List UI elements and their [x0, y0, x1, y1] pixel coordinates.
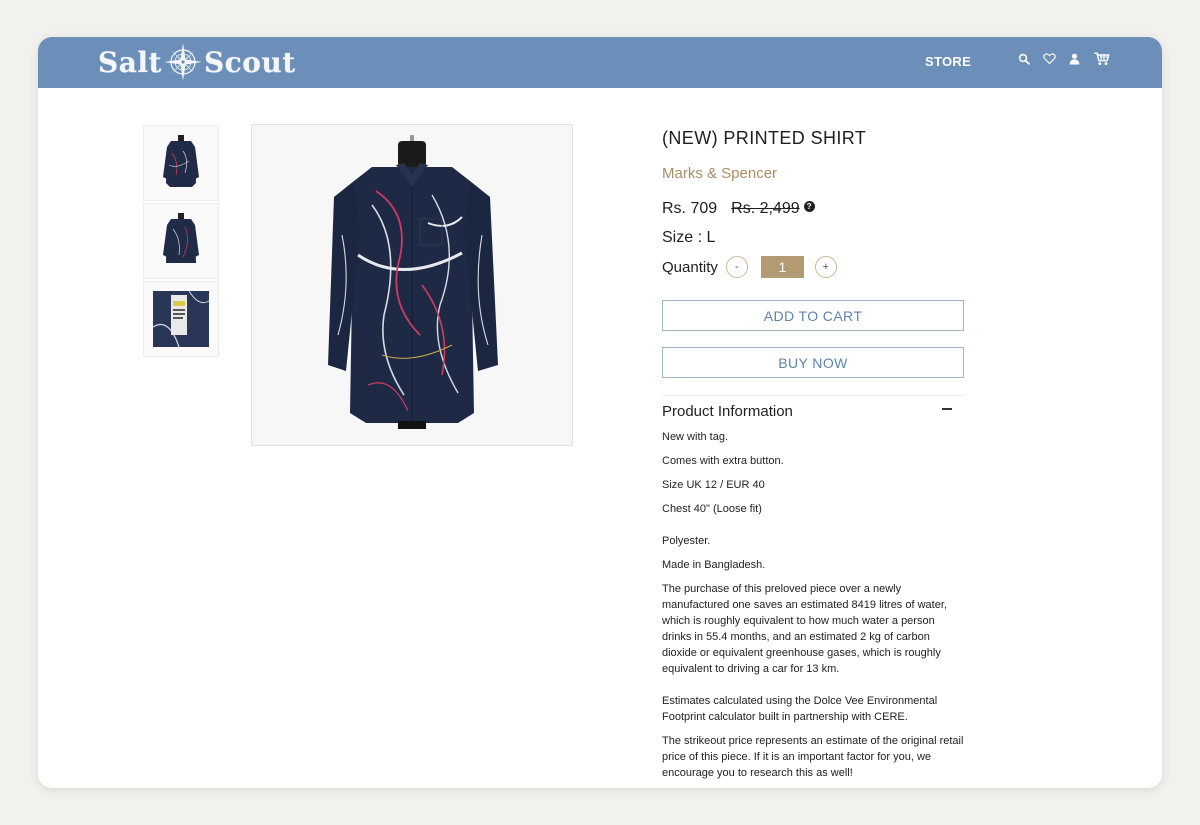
buy-now-button[interactable]: BUY NOW	[662, 347, 964, 378]
price-row: Rs. 709 Rs. 2,499 ?	[662, 200, 815, 218]
add-to-cart-button[interactable]: ADD TO CART	[662, 300, 964, 331]
info-line: Polyester.	[662, 535, 711, 547]
search-icon[interactable]	[1016, 51, 1032, 67]
original-price: Rs. 2,499	[731, 200, 800, 217]
info-line: New with tag.	[662, 431, 729, 443]
shirt-front-thumbnail-image	[163, 135, 199, 187]
printed-shirt-front-photo	[328, 135, 498, 429]
size-label: Size : L	[662, 229, 716, 246]
product-info-body: New with tag. Comes with extra button. S…	[662, 429, 964, 781]
top-navbar: Salt Scout STORE	[38, 37, 1162, 88]
info-line: The purchase of this preloved piece over…	[662, 583, 947, 675]
heart-icon[interactable]	[1041, 51, 1057, 67]
browser-window: Salt Scout STORE (NEW) PRINTED SHIRT Mar…	[38, 37, 1162, 788]
quantity-label: Quantity	[662, 258, 718, 276]
thumbnail-back[interactable]	[143, 203, 219, 279]
product-info-title: Product Information	[662, 403, 793, 420]
sale-price: Rs. 709	[662, 200, 718, 217]
shirt-back-thumbnail-image	[163, 213, 199, 263]
label-tag-thumbnail-image	[152, 290, 210, 348]
info-line: Made in Bangladesh.	[662, 559, 766, 571]
product-info-accordion-header[interactable]: Product Information	[662, 403, 964, 420]
site-logo[interactable]: Salt Scout	[98, 42, 296, 82]
product-brand[interactable]: Marks & Spencer	[662, 165, 777, 182]
divider	[662, 395, 964, 396]
nav-store-link[interactable]: STORE	[925, 54, 971, 69]
thumbnail-label[interactable]	[143, 281, 219, 357]
nav-icon-group	[1016, 51, 1120, 67]
info-line: Estimates calculated using the Dolce Vee…	[662, 695, 938, 723]
quantity-decrease-button[interactable]: -	[725, 256, 748, 278]
quantity-increase-button[interactable]: +	[814, 256, 837, 278]
quantity-row: Quantity - +	[662, 256, 837, 278]
collapse-minus-icon[interactable]	[942, 407, 952, 410]
compass-logo-icon	[163, 43, 202, 81]
thumbnail-front[interactable]	[143, 125, 219, 201]
cart-icon[interactable]	[1093, 51, 1111, 67]
question-help-icon[interactable]: ?	[803, 201, 815, 212]
info-line: Comes with extra button.	[662, 455, 784, 467]
logo-text-salt: Salt	[98, 45, 162, 79]
quantity-input[interactable]	[760, 256, 804, 278]
main-product-image[interactable]	[251, 124, 573, 446]
user-icon[interactable]	[1066, 51, 1082, 67]
info-line: Size UK 12 / EUR 40	[662, 479, 765, 491]
logo-text-scout: Scout	[203, 45, 296, 79]
info-line: Chest 40" (Loose fit)	[662, 503, 762, 515]
info-line: The strikeout price represents an estima…	[662, 735, 964, 779]
product-title: (NEW) PRINTED SHIRT	[662, 128, 867, 148]
